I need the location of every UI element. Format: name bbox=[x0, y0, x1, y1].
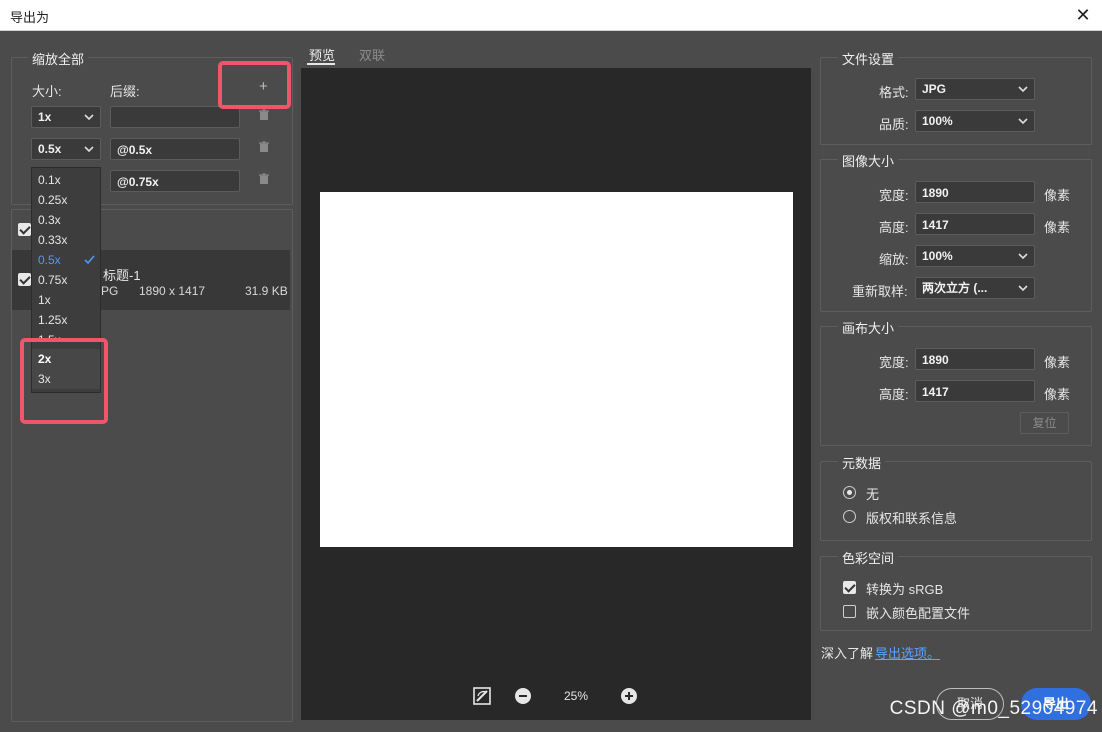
scale-value: 100% bbox=[922, 249, 953, 263]
convert-srgb-label: 转换为 sRGB bbox=[866, 582, 944, 597]
scale-all-legend: 缩放全部 bbox=[28, 49, 89, 68]
scale-label: 缩放: bbox=[879, 252, 909, 267]
scale-suffix-value: @0.5x bbox=[117, 143, 153, 157]
quality-value: 100% bbox=[922, 114, 953, 128]
dropdown-option[interactable]: 0.1x bbox=[32, 170, 100, 190]
asset-file-size: 31.9 KB bbox=[245, 284, 288, 298]
trash-icon[interactable] bbox=[258, 141, 270, 153]
chevron-down-icon bbox=[1018, 86, 1028, 93]
watermark-text: CSDN @m0_52904974 bbox=[889, 698, 1098, 719]
chevron-down-icon bbox=[1018, 253, 1028, 260]
quality-select[interactable]: 100% bbox=[915, 110, 1035, 132]
reset-button[interactable]: 复位 bbox=[1020, 412, 1069, 434]
color-space-legend: 色彩空间 bbox=[838, 548, 899, 567]
resample-label: 重新取样: bbox=[852, 284, 908, 299]
canvas-width-label: 宽度: bbox=[879, 355, 909, 370]
image-width-value: 1890 bbox=[922, 186, 949, 200]
export-options-link[interactable]: 导出选项。 bbox=[875, 643, 940, 662]
dropdown-option[interactable]: 0.75x bbox=[32, 270, 100, 290]
scale-suffix-value: @0.75x bbox=[117, 175, 159, 189]
canvas-height-unit: 像素 bbox=[1044, 387, 1071, 402]
asset-dimensions: 1890 x 1417 bbox=[139, 284, 206, 298]
metadata-legend: 元数据 bbox=[838, 453, 886, 472]
metadata-copyright-label: 版权和联系信息 bbox=[866, 511, 958, 526]
size-label: 大小: bbox=[32, 84, 62, 99]
scale-size-value: 1x bbox=[38, 110, 52, 124]
zoom-in-icon[interactable] bbox=[621, 688, 637, 704]
embed-profile-label: 嵌入颜色配置文件 bbox=[866, 606, 971, 621]
file-settings-legend: 文件设置 bbox=[838, 49, 899, 68]
scale-suffix-input-3[interactable]: @0.75x bbox=[110, 170, 240, 192]
metadata-copyright-radio[interactable] bbox=[843, 510, 856, 523]
metadata-group bbox=[820, 461, 1092, 541]
canvas-height-value: 1417 bbox=[922, 385, 949, 399]
chevron-down-icon bbox=[1018, 118, 1028, 125]
image-width-input[interactable]: 1890 bbox=[915, 181, 1035, 203]
image-height-value: 1417 bbox=[922, 218, 949, 232]
image-width-unit: 像素 bbox=[1044, 188, 1071, 203]
scale-suffix-input-2[interactable]: @0.5x bbox=[110, 138, 240, 160]
resample-value: 两次立方 (... bbox=[922, 281, 988, 295]
canvas-height-input[interactable]: 1417 bbox=[915, 380, 1035, 402]
chevron-down-icon bbox=[84, 146, 94, 153]
image-width-label: 宽度: bbox=[879, 188, 909, 203]
dropdown-option[interactable]: 0.3x bbox=[32, 210, 100, 230]
fit-screen-icon[interactable] bbox=[473, 687, 491, 705]
zoom-out-icon[interactable] bbox=[515, 688, 531, 704]
trash-icon[interactable] bbox=[258, 109, 270, 121]
scale-size-select-1[interactable]: 1x bbox=[31, 106, 101, 128]
resample-select[interactable]: 两次立方 (... bbox=[915, 277, 1035, 299]
trash-icon[interactable] bbox=[258, 173, 270, 185]
scale-size-value: 0.5x bbox=[38, 142, 62, 156]
preview-canvas bbox=[320, 192, 793, 547]
dropdown-option[interactable]: 0.25x bbox=[32, 190, 100, 210]
highlight-box-options bbox=[20, 338, 108, 424]
select-all-checkbox[interactable] bbox=[18, 223, 31, 236]
image-height-label: 高度: bbox=[879, 220, 909, 235]
scale-size-select-2[interactable]: 0.5x bbox=[31, 138, 101, 160]
asset-format: PG bbox=[101, 284, 119, 298]
quality-label: 品质: bbox=[879, 117, 909, 132]
metadata-none-label: 无 bbox=[866, 487, 880, 502]
embed-profile-checkbox[interactable] bbox=[843, 605, 856, 618]
dropdown-option[interactable]: 1x bbox=[32, 290, 100, 310]
tab-2-up[interactable]: 双联 bbox=[359, 45, 385, 64]
asset-checkbox[interactable] bbox=[18, 273, 31, 286]
chevron-down-icon bbox=[84, 114, 94, 121]
tab-preview[interactable]: 预览 bbox=[309, 45, 335, 64]
canvas-width-input[interactable]: 1890 bbox=[915, 348, 1035, 370]
suffix-label: 后缀: bbox=[110, 84, 140, 99]
image-size-legend: 图像大小 bbox=[838, 151, 899, 170]
metadata-none-radio[interactable] bbox=[843, 486, 856, 499]
chevron-down-icon bbox=[1018, 285, 1028, 292]
canvas-height-label: 高度: bbox=[879, 387, 909, 402]
close-icon[interactable]: ✕ bbox=[1072, 4, 1094, 26]
dropdown-option[interactable]: 1.25x bbox=[32, 310, 100, 330]
window-title: 导出为 bbox=[10, 10, 50, 25]
canvas-size-legend: 画布大小 bbox=[838, 318, 899, 337]
convert-srgb-checkbox[interactable] bbox=[843, 581, 856, 594]
format-select[interactable]: JPG bbox=[915, 78, 1035, 100]
scale-select[interactable]: 100% bbox=[915, 245, 1035, 267]
learn-more-text: 深入了解 bbox=[821, 646, 874, 661]
checkmark-icon bbox=[84, 255, 95, 265]
image-height-input[interactable]: 1417 bbox=[915, 213, 1035, 235]
image-height-unit: 像素 bbox=[1044, 220, 1071, 235]
format-label: 格式: bbox=[879, 85, 909, 100]
title-bar: 导出为 ✕ bbox=[0, 0, 1102, 31]
zoom-level: 25% bbox=[564, 689, 589, 703]
scale-suffix-input-1[interactable] bbox=[110, 106, 240, 128]
asset-name: 标题-1 bbox=[103, 268, 141, 283]
dropdown-option[interactable]: 0.33x bbox=[32, 230, 100, 250]
format-value: JPG bbox=[922, 82, 947, 96]
tab-preview-underline bbox=[307, 63, 335, 65]
canvas-width-value: 1890 bbox=[922, 353, 949, 367]
highlight-box-add bbox=[218, 61, 291, 109]
canvas-width-unit: 像素 bbox=[1044, 355, 1071, 370]
